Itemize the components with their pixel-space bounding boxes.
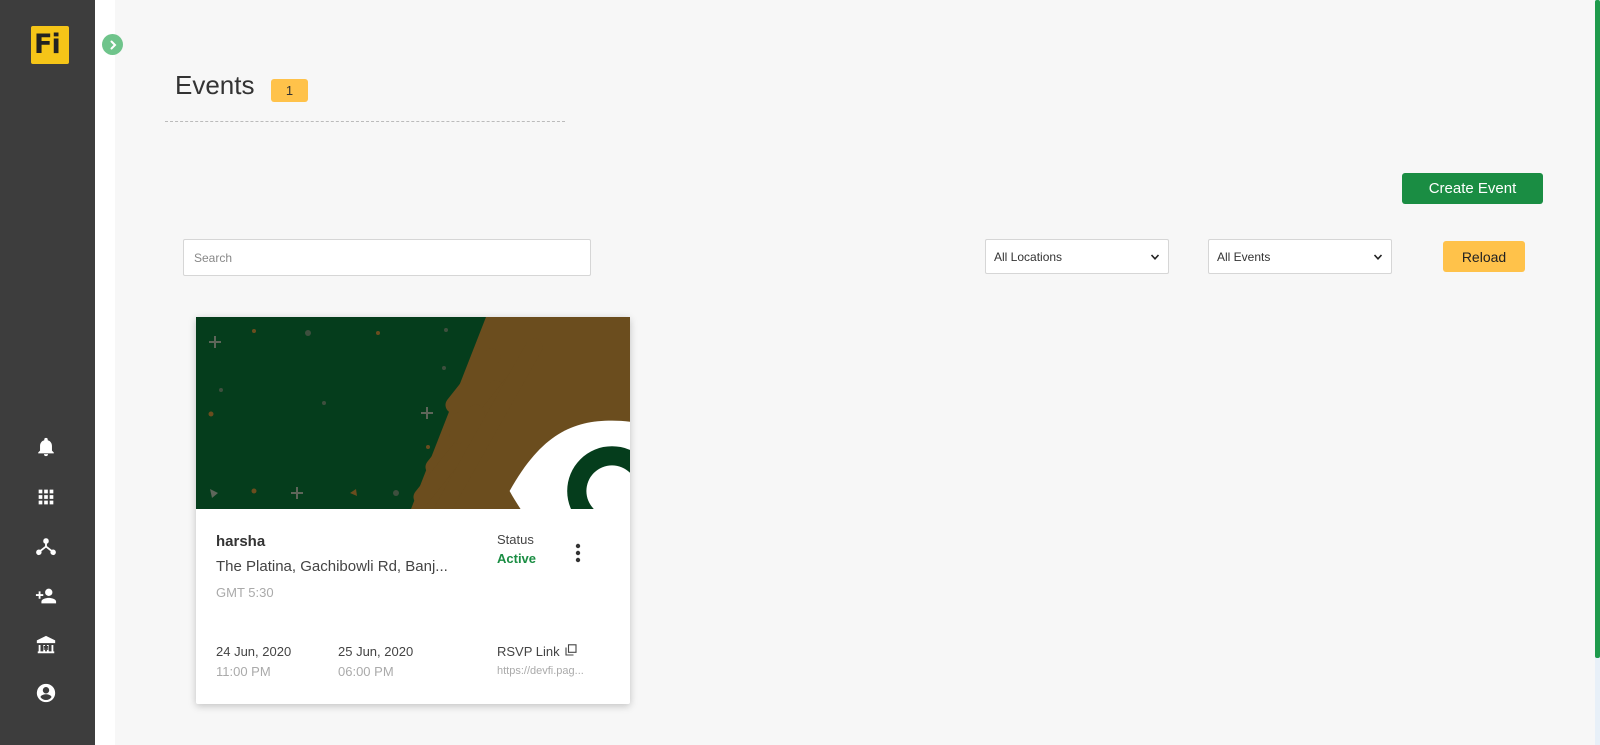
status-badge: Active (497, 551, 537, 566)
institution-icon[interactable]: M (34, 633, 58, 657)
sidebar: Fi M (0, 0, 95, 745)
add-user-icon[interactable] (34, 584, 58, 608)
page-title: Events (175, 70, 255, 100)
scrollbar-track[interactable] (1595, 0, 1600, 745)
network-icon[interactable] (34, 535, 58, 559)
scrollbar-thumb[interactable] (1595, 0, 1600, 658)
end-time: 06:00 PM (338, 664, 394, 679)
rsvp-label: RSVP Link (497, 644, 560, 659)
create-event-button[interactable]: Create Event (1402, 173, 1543, 204)
logo-text: Fi (34, 29, 61, 60)
sidebar-toggle-chevron-right-icon[interactable] (102, 34, 123, 55)
events-filter-value: All Events (1217, 249, 1271, 264)
reload-button[interactable]: Reload (1443, 241, 1525, 272)
end-date: 25 Jun, 2020 (338, 644, 414, 659)
start-date: 24 Jun, 2020 (216, 644, 292, 659)
rsvp-link[interactable]: https://devfi.pag... (497, 665, 589, 677)
search-input[interactable] (183, 239, 591, 276)
event-card[interactable]: harsha The Platina, Gachibowli Rd, Banj.… (196, 317, 630, 704)
svg-text:M: M (43, 646, 48, 652)
event-banner-image[interactable] (196, 317, 630, 509)
bell-icon[interactable] (34, 435, 58, 459)
chevron-down-icon (1373, 253, 1383, 260)
account-icon[interactable] (34, 681, 58, 705)
events-count-badge: 1 (271, 79, 308, 102)
title-divider (165, 121, 565, 122)
start-time: 11:00 PM (216, 664, 271, 679)
location-select[interactable]: All Locations (985, 239, 1169, 274)
chevron-down-icon (1150, 253, 1160, 260)
event-address: The Platina, Gachibowli Rd, Banj... (216, 558, 448, 575)
view-eye-icon[interactable] (395, 395, 630, 509)
apps-grid-icon[interactable] (34, 485, 58, 509)
status-label: Status (497, 532, 534, 547)
event-timezone: GMT 5:30 (216, 585, 274, 600)
more-options-icon[interactable] (571, 542, 585, 564)
app-logo[interactable]: Fi (31, 26, 69, 64)
events-filter-select[interactable]: All Events (1208, 239, 1392, 274)
copy-icon[interactable] (565, 644, 577, 656)
event-name: harsha (216, 533, 266, 550)
location-select-value: All Locations (994, 249, 1063, 264)
sidebar-gutter (95, 0, 115, 745)
